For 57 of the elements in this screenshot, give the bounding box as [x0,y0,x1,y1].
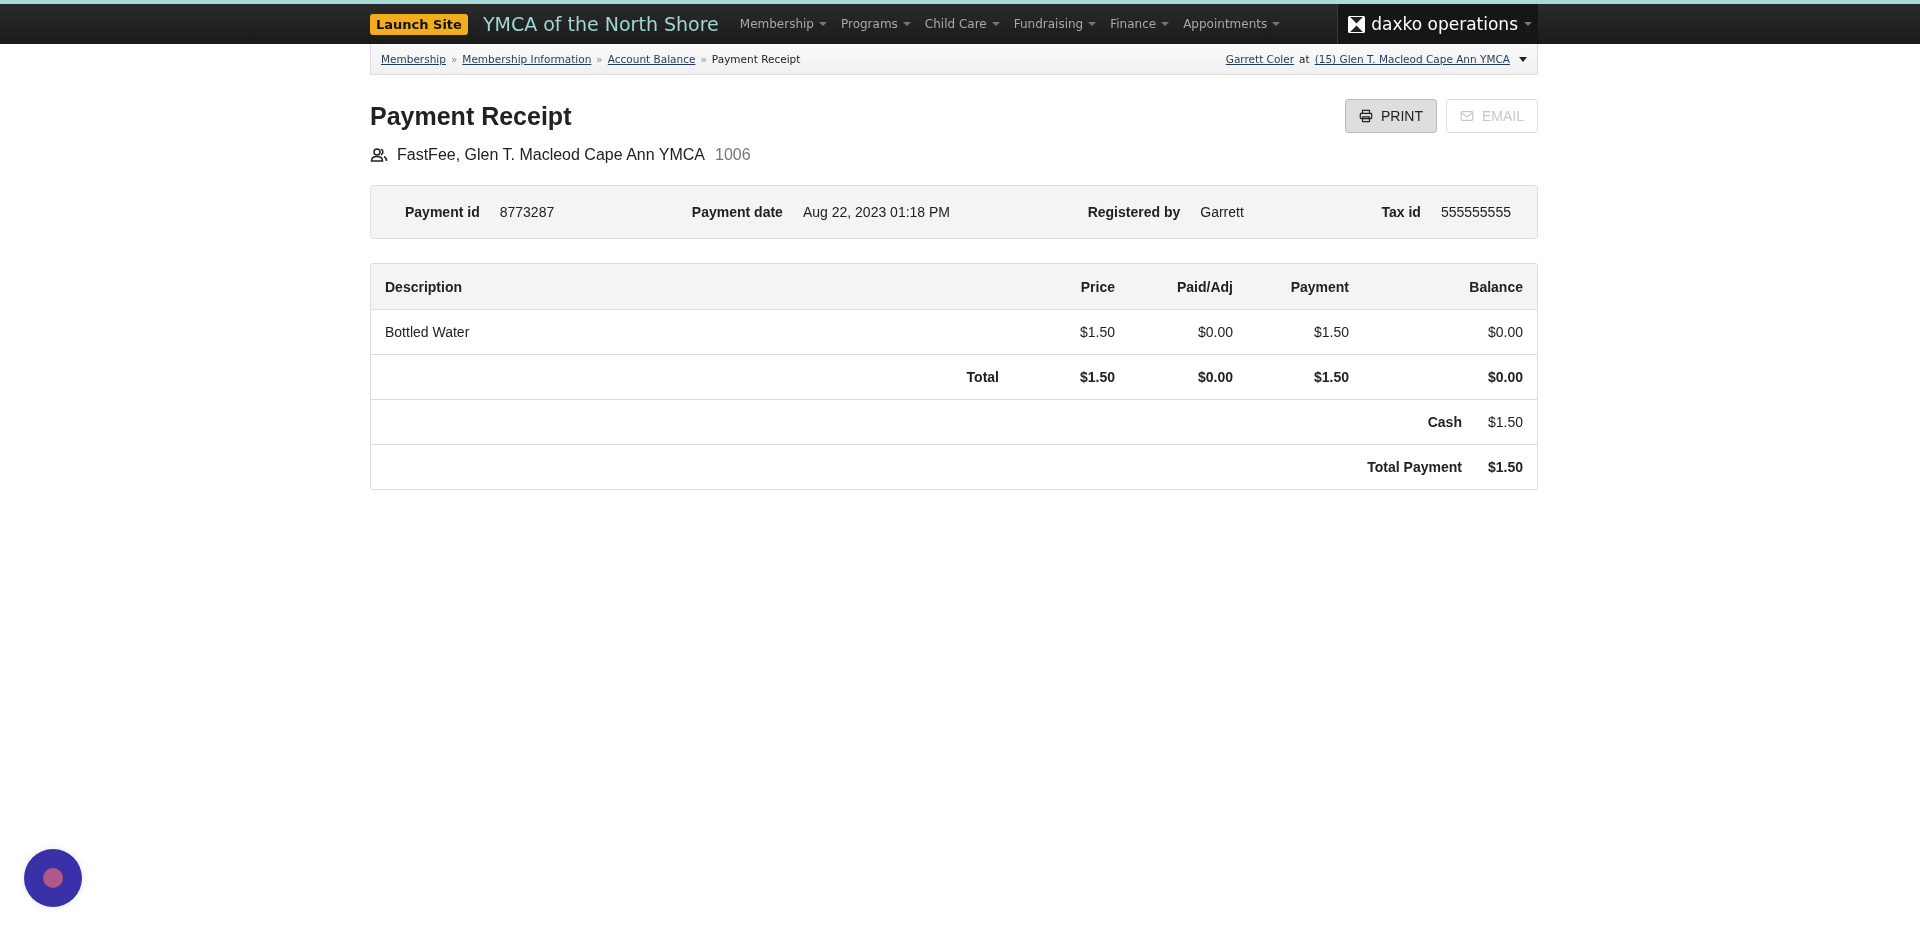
detail-value: 555555555 [1440,204,1511,220]
separator-icon: » [596,53,603,65]
total-cell-text: $0.00 [1486,369,1523,385]
people-icon [370,147,388,163]
account-number: 1006 [715,146,751,164]
table-cell-text: Bottled Water [385,324,471,340]
detail-value: 8773287 [499,204,555,220]
total-cell-text: $0.00 [1196,369,1233,385]
tender-amount: $1.50 [1487,414,1523,430]
breadcrumb-link[interactable]: Membership Information [462,53,592,65]
chat-button[interactable] [24,849,82,907]
brand-logo[interactable]: daxko operations [1337,4,1538,44]
menu-item[interactable]: Programs [833,17,918,31]
column-header: Description [385,278,463,295]
column-header: Payment [1289,278,1349,295]
menu-item[interactable]: Membership [732,17,834,31]
breadcrumb-link[interactable]: Membership [381,53,446,65]
menu-item[interactable]: Finance [1103,17,1177,31]
breadcrumb-link[interactable]: Account Balance [607,53,696,65]
logo-icon [1348,15,1366,33]
detail-value: Aug 22, 2023 01:18 PM [802,204,950,220]
account-name: FastFee, Glen T. Macleod Cape Ann YMCA [397,146,705,164]
page-title: Payment Receipt [370,101,572,131]
launch-site-button[interactable]: Launch Site [370,13,468,35]
table-cell-text: $1.50 [1312,324,1349,340]
menu-item[interactable]: Child Care [917,17,1007,31]
envelope-icon [1460,109,1474,123]
user-link[interactable]: Garrett Coler [1225,53,1295,65]
table-cell-text: $1.50 [1078,324,1115,340]
total-label: Total [965,369,999,385]
at-text: at [1299,53,1310,65]
detail-label: Payment id [405,204,480,220]
detail-label: Registered by [1087,204,1181,220]
total-cell-text: $1.50 [1078,369,1115,385]
separator-icon: » [450,53,458,65]
location-link[interactable]: (15) Glen T. Macleod Cape Ann YMCA [1314,53,1510,65]
menu-item[interactable]: Appointments [1176,17,1288,31]
site-title[interactable]: YMCA of the North Shore [482,13,719,35]
tender-amount: $1.50 [1487,459,1523,475]
printer-icon [1359,109,1373,123]
column-header: Paid/Adj [1176,278,1233,295]
tender-label: Cash [1427,414,1462,430]
column-header: Balance [1468,278,1523,295]
tender-label: Total Payment [1367,459,1462,475]
detail-label: Payment date [691,204,783,220]
print-button[interactable]: PRINT [1345,99,1437,133]
total-cell-text: $1.50 [1312,369,1349,385]
detail-label: Tax id [1381,204,1421,220]
breadcrumb-current: Payment Receipt [711,53,801,65]
menu-item[interactable]: Fundraising [1006,17,1104,31]
brand-name: daxko operations [1371,14,1518,34]
table-cell-text: $0.00 [1196,324,1233,340]
table-cell-text: $0.00 [1486,324,1523,340]
dropdown-caret-icon[interactable] [1519,56,1527,62]
detail-value: Garrett [1200,204,1244,220]
column-header: Price [1079,278,1115,295]
separator-icon: » [700,53,707,65]
